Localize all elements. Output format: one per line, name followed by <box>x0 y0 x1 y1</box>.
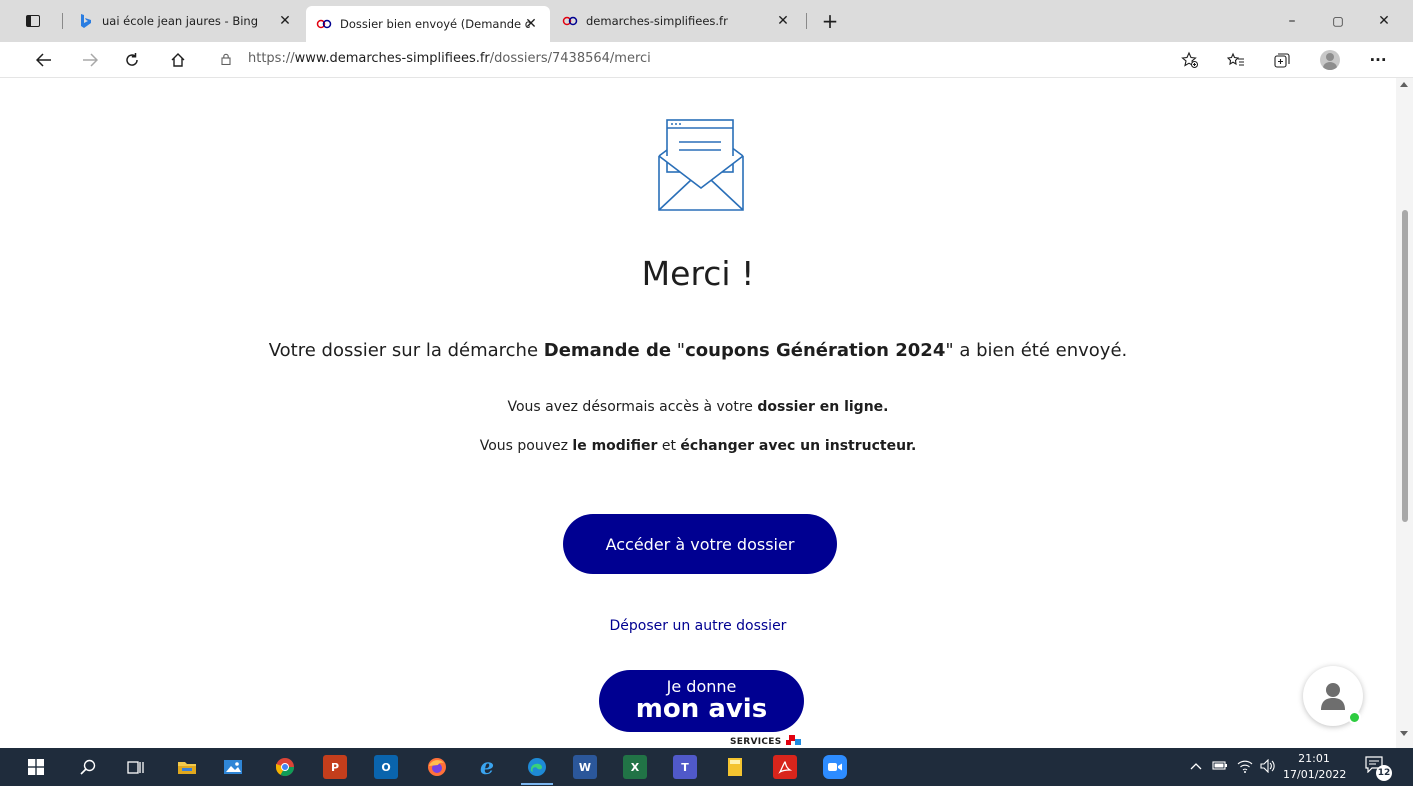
help-chat-button[interactable] <box>1303 666 1363 726</box>
scroll-down-icon[interactable] <box>1400 731 1408 736</box>
favorites-icon[interactable] <box>1224 48 1248 72</box>
services-publics-logo-icon <box>786 735 801 745</box>
firefox-icon[interactable] <box>425 755 449 779</box>
access-dossier-button[interactable]: Accéder à votre dossier <box>563 514 837 574</box>
add-favorite-icon[interactable] <box>1178 48 1202 72</box>
feedback-button[interactable]: Je donne mon avis <box>599 670 804 732</box>
back-icon[interactable] <box>32 48 56 72</box>
notes-icon[interactable] <box>723 755 747 779</box>
task-view-icon[interactable] <box>124 755 148 779</box>
show-hidden-icons-icon[interactable] <box>1190 759 1202 773</box>
profile-avatar-icon[interactable] <box>1318 48 1342 72</box>
scroll-up-icon[interactable] <box>1400 82 1408 87</box>
clock-time: 21:01 <box>1298 752 1330 765</box>
tab-separator <box>806 13 807 29</box>
close-tab-icon[interactable]: ✕ <box>774 12 792 30</box>
services-label: SERVICES <box>730 737 782 747</box>
envelope-icon <box>658 119 744 211</box>
close-tab-icon[interactable]: ✕ <box>276 12 294 30</box>
chrome-icon[interactable] <box>273 755 297 779</box>
browser-toolbar: https://www.demarches-simplifiees.fr/dos… <box>0 42 1413 78</box>
collections-icon[interactable] <box>1270 48 1294 72</box>
internet-explorer-icon[interactable]: e <box>475 754 499 780</box>
page-title: Merci ! <box>641 254 755 293</box>
forward-icon[interactable] <box>78 48 102 72</box>
address-bar[interactable]: https://www.demarches-simplifiees.fr/dos… <box>248 51 651 66</box>
url-path: /dossiers/7438564/merci <box>489 51 651 66</box>
tab-dossier[interactable]: Dossier bien envoyé (Demande d ✕ <box>306 6 550 42</box>
acrobat-icon[interactable] <box>773 755 797 779</box>
word-icon[interactable]: W <box>573 755 597 779</box>
page-content: Merci ! Votre dossier sur la démarche De… <box>0 78 1396 748</box>
tab-title: Dossier bien envoyé (Demande d <box>340 17 530 31</box>
page-scrollbar[interactable] <box>1396 78 1413 748</box>
tab-actions-icon[interactable] <box>22 10 44 32</box>
edge-icon[interactable] <box>521 755 553 785</box>
bing-icon <box>78 13 94 29</box>
notification-center-button[interactable]: 12 <box>1364 755 1392 781</box>
url-host: www.demarches-simplifiees.fr <box>294 51 490 66</box>
confirmation-message: Votre dossier sur la démarche Demande de… <box>268 340 1128 361</box>
user-silhouette-icon <box>1321 683 1345 710</box>
home-icon[interactable] <box>166 48 190 72</box>
powerpoint-icon[interactable]: P <box>323 755 347 779</box>
system-clock[interactable]: 21:01 17/01/2022 <box>1283 751 1347 783</box>
modify-message: Vous pouvez le modifier et échanger avec… <box>479 438 917 454</box>
zoom-icon[interactable] <box>823 755 847 779</box>
refresh-icon[interactable] <box>120 48 144 72</box>
outlook-icon[interactable]: O <box>374 755 398 779</box>
demarches-icon <box>562 13 578 29</box>
restore-button[interactable]: ▢ <box>1326 10 1350 32</box>
notification-count: 12 <box>1376 765 1392 781</box>
close-window-button[interactable]: ✕ <box>1372 10 1396 32</box>
clock-date: 17/01/2022 <box>1283 768 1347 781</box>
lock-icon[interactable] <box>220 53 232 65</box>
excel-icon[interactable]: X <box>623 755 647 779</box>
file-explorer-icon[interactable] <box>175 755 199 779</box>
photos-icon[interactable] <box>221 755 245 779</box>
tab-separator <box>62 13 63 29</box>
online-access-message: Vous avez désormais accès à votre dossie… <box>507 399 889 415</box>
more-options-icon[interactable]: ··· <box>1366 48 1390 72</box>
tab-title: uai école jean jaures - Bing <box>102 14 259 28</box>
volume-icon[interactable] <box>1260 758 1276 776</box>
tab-bing[interactable]: uai école jean jaures - Bing ✕ <box>68 8 304 34</box>
demarches-icon <box>316 16 332 32</box>
windows-taskbar: P O e W X T 21:01 17/01/2022 12 <box>0 748 1413 786</box>
scrollbar-thumb[interactable] <box>1402 210 1408 522</box>
search-icon[interactable] <box>76 755 100 779</box>
tab-title: demarches-simplifiees.fr <box>586 14 728 28</box>
teams-icon[interactable]: T <box>673 755 697 779</box>
wifi-icon[interactable] <box>1237 759 1253 776</box>
online-status-icon <box>1348 711 1361 724</box>
new-tab-button[interactable]: + <box>818 9 842 33</box>
tab-strip: uai école jean jaures - Bing ✕ Dossier b… <box>0 0 1413 42</box>
new-dossier-link[interactable]: Déposer un autre dossier <box>0 618 1396 634</box>
tab-demarches[interactable]: demarches-simplifiees.fr ✕ <box>552 8 802 34</box>
close-tab-icon[interactable]: ✕ <box>522 15 540 33</box>
url-scheme: https:// <box>248 51 295 66</box>
battery-icon[interactable] <box>1211 759 1229 774</box>
feedback-button-big-text: mon avis <box>635 694 768 724</box>
start-icon[interactable] <box>24 755 48 779</box>
minimize-button[interactable]: – <box>1280 10 1304 32</box>
